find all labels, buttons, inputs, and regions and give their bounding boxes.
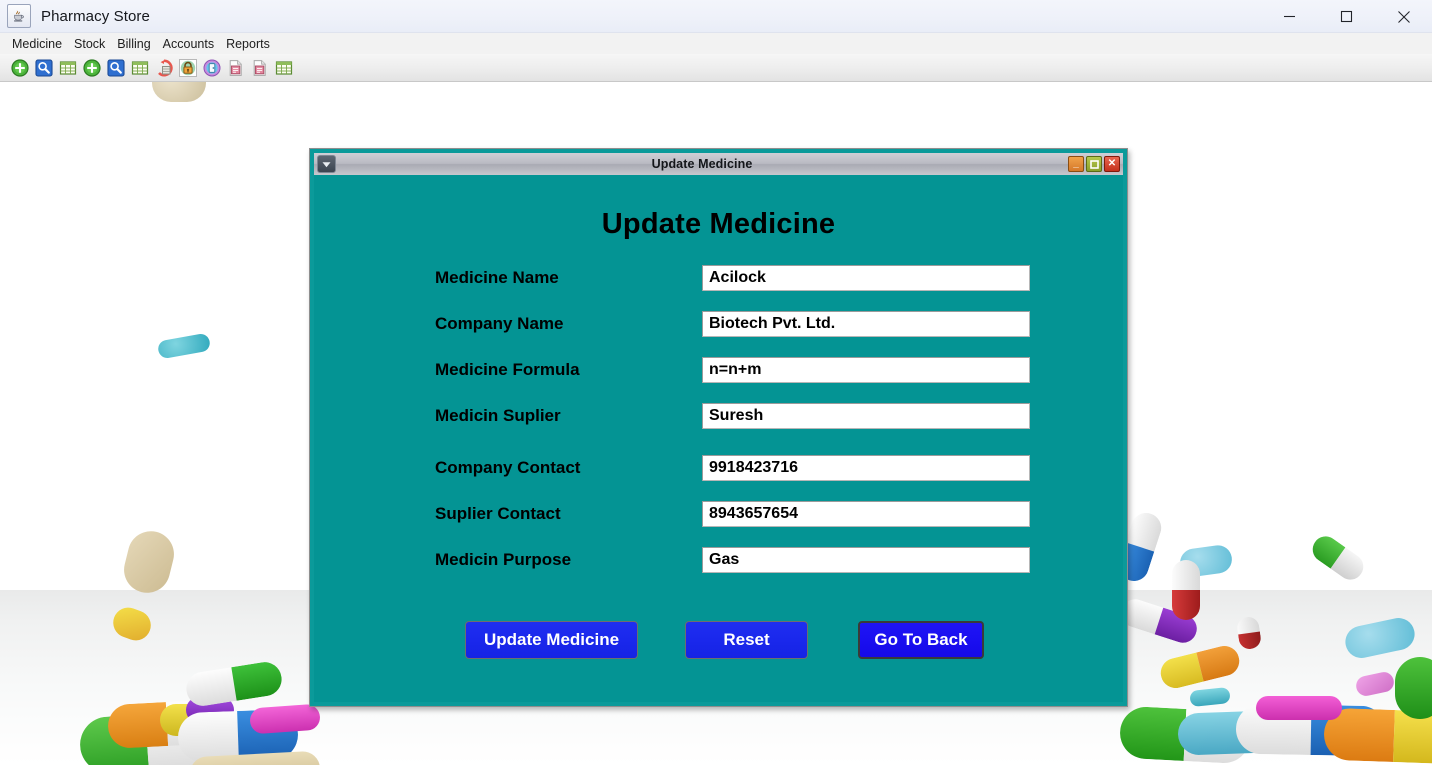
update-medicine-dialog: Update Medicine _ ✕ Update Medicine Medi… xyxy=(309,148,1128,707)
label-medicin-suplier: Medicin Suplier xyxy=(435,406,561,425)
maximize-icon[interactable] xyxy=(1086,156,1102,172)
search-blue-magnifier-icon[interactable] xyxy=(106,58,126,78)
maximize-icon[interactable] xyxy=(1318,0,1375,33)
toolbar xyxy=(0,54,1432,82)
label-medicin-purpose: Medicin Purpose xyxy=(435,550,572,569)
report-pink-document-icon[interactable] xyxy=(250,58,270,78)
window-menu-chevron-down-icon[interactable] xyxy=(317,155,336,173)
label-suplier-contact: Suplier Contact xyxy=(435,504,561,523)
minimize-icon[interactable] xyxy=(1261,0,1318,33)
close-icon[interactable] xyxy=(1375,0,1432,33)
suplier-contact-input[interactable] xyxy=(702,501,1030,527)
window-titlebar: Pharmacy Store xyxy=(0,0,1432,33)
window-controls xyxy=(1261,0,1432,33)
search-blue-magnifier-icon[interactable] xyxy=(34,58,54,78)
menu-item-medicine[interactable]: Medicine xyxy=(6,35,68,53)
dialog-titlebar: Update Medicine _ ✕ xyxy=(314,153,1123,175)
pill-teal-oval xyxy=(156,332,212,360)
menu-item-billing[interactable]: Billing xyxy=(111,35,156,53)
menu-item-stock[interactable]: Stock xyxy=(68,35,111,53)
dialog-title: Update Medicine xyxy=(651,157,753,171)
menu-item-accounts[interactable]: Accounts xyxy=(157,35,220,53)
medicin-suplier-input[interactable] xyxy=(702,403,1030,429)
report-pink-document-icon[interactable] xyxy=(226,58,246,78)
pill-beige-round xyxy=(152,82,206,102)
application-window: Pharmacy Store Medicine Stock Billing Ac… xyxy=(0,0,1432,765)
medicin-purpose-input[interactable] xyxy=(702,547,1030,573)
capsule-white-red xyxy=(1172,560,1200,620)
lock-orange-padlock-icon[interactable] xyxy=(178,58,198,78)
form-row-medicine-name: Medicine Name xyxy=(314,265,1123,291)
label-medicine-formula: Medicine Formula xyxy=(435,360,580,379)
medicine-formula-input[interactable] xyxy=(702,357,1030,383)
dialog-button-row: Update Medicine Reset Go To Back xyxy=(314,621,1123,659)
page-title: Update Medicine xyxy=(601,208,836,240)
exit-purple-door-icon[interactable] xyxy=(202,58,222,78)
update-medicine-button[interactable]: Update Medicine xyxy=(465,621,638,659)
label-company-name: Company Name xyxy=(435,314,564,333)
form-row-medicin-suplier: Medicin Suplier xyxy=(314,403,1123,429)
java-coffee-cup-icon xyxy=(7,4,31,28)
go-to-back-button[interactable]: Go To Back xyxy=(858,621,984,659)
label-medicine-name: Medicine Name xyxy=(435,268,559,287)
add-green-plus-icon[interactable] xyxy=(82,58,102,78)
pill-magenta-capsule xyxy=(249,703,321,735)
dialog-window-controls: _ ✕ xyxy=(1068,156,1120,172)
table-green-grid-icon[interactable] xyxy=(58,58,78,78)
form-row-suplier-contact: Suplier Contact xyxy=(314,501,1123,527)
form-row-medicine-formula: Medicine Formula xyxy=(314,357,1123,383)
table-green-grid-icon[interactable] xyxy=(130,58,150,78)
company-contact-input[interactable] xyxy=(702,455,1030,481)
capsule-green-white xyxy=(1307,531,1369,585)
minimize-icon[interactable]: _ xyxy=(1068,156,1084,172)
pill-magenta-capsule xyxy=(1256,696,1342,720)
menu-item-reports[interactable]: Reports xyxy=(220,35,276,53)
pill-green-capsule xyxy=(1395,657,1432,719)
table-green-grid-icon[interactable] xyxy=(274,58,294,78)
dialog-body: Update Medicine Medicine Name Company Na… xyxy=(314,175,1123,702)
label-company-contact: Company Contact xyxy=(435,458,581,477)
medicine-name-input[interactable] xyxy=(702,265,1030,291)
form-row-medicin-purpose: Medicin Purpose xyxy=(314,547,1123,573)
close-icon[interactable]: ✕ xyxy=(1104,156,1120,172)
add-green-plus-icon[interactable] xyxy=(10,58,30,78)
form-row-company-contact: Company Contact xyxy=(314,455,1123,481)
company-name-input[interactable] xyxy=(702,311,1030,337)
pill-beige-capsule xyxy=(119,526,179,598)
window-title: Pharmacy Store xyxy=(41,7,150,25)
menubar: Medicine Stock Billing Accounts Reports xyxy=(0,33,1432,54)
refresh-red-cycle-icon[interactable] xyxy=(154,58,174,78)
reset-button[interactable]: Reset xyxy=(685,621,808,659)
form-row-company-name: Company Name xyxy=(314,311,1123,337)
